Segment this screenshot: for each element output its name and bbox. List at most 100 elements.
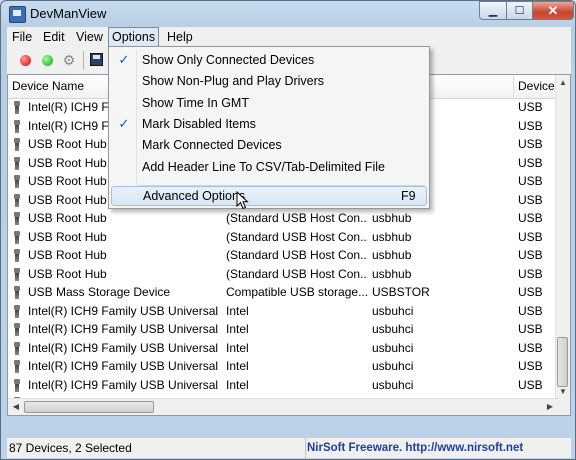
horizontal-scroll-thumb[interactable] (24, 401, 154, 413)
device-type-cell: USB (518, 118, 543, 133)
device-name-cell: USB Root Hub (28, 211, 107, 225)
menu-item-label: Add Header Line To CSV/Tab-Delimited Fil… (142, 160, 385, 174)
menu-item-show-non-pnp[interactable]: Show Non-Plug and Play Drivers (111, 71, 427, 91)
device-type-cell: USB (518, 266, 543, 281)
menu-item-shortcut: F9 (401, 189, 416, 203)
device-name-cell: USB Root Hub (28, 229, 107, 244)
menu-item-add-header-line[interactable]: Add Header Line To CSV/Tab-Delimited Fil… (111, 157, 427, 177)
table-row[interactable]: USB Root Hub (Standard USB Host Con... usb… (8, 209, 558, 228)
menu-item-mark-connected[interactable]: Mark Connected Devices (111, 135, 427, 155)
driver-cell: usbuhci (372, 322, 414, 336)
vertical-scrollbar[interactable]: ▲ ▼ (555, 75, 570, 400)
column-header-device-type[interactable]: Device T (514, 75, 558, 98)
check-icon: ✓ (118, 52, 130, 67)
table-row[interactable]: Intel(R) ICH9 Family USB Universal ... In… (8, 320, 558, 339)
options-menu-dropdown: ✓ Show Only Connected Devices Show Non-P… (108, 46, 430, 209)
properties-button[interactable]: ⚙ (61, 52, 77, 68)
device-type-cell: USB (518, 137, 543, 151)
table-row[interactable]: USB Mass Storage Device Compatible USB st… (8, 283, 558, 302)
enable-device-button[interactable] (39, 52, 55, 68)
table-row[interactable]: Intel(R) ICH9 Family USB Universal ... In… (8, 302, 558, 321)
driver-cell: usbhub (372, 248, 412, 262)
scroll-up-arrow-icon[interactable]: ▲ (556, 75, 570, 91)
title-bar[interactable]: DevManView ▁ ☐ ✕ (1, 1, 575, 27)
table-row[interactable]: Intel(R) ICH9 Family USB Universal ... In… (8, 357, 558, 376)
table-row[interactable]: Intel(R) ICH9 Family USB Universal ... In… (8, 339, 558, 358)
table-row[interactable]: USB Root Hub (Standard USB Host Con... usb… (8, 246, 558, 265)
vertical-scroll-thumb[interactable] (557, 337, 568, 387)
menu-item-label: Show Time In GMT (142, 96, 249, 110)
menu-item-label: Mark Disabled Items (142, 117, 256, 131)
table-row[interactable]: USB Root Hub (Standard USB Host Con... usb… (8, 228, 558, 247)
menu-item-label: Advanced Options (143, 189, 246, 203)
menu-item-time-gmt[interactable]: Show Time In GMT (111, 93, 427, 113)
device-type-cell: USB (518, 155, 543, 170)
driver-cell: usbuhci (372, 359, 414, 373)
menu-options[interactable]: Options (108, 27, 160, 47)
device-name-cell: Intel(R) ICH9 Family USB Universal ... (28, 377, 222, 392)
close-button[interactable]: ✕ (532, 1, 574, 20)
device-name-cell: Intel(R) ICH9 Family USB Universal ... (28, 340, 222, 355)
minimize-icon: ▁ (488, 5, 498, 17)
device-name-cell: Intel(R) ICH9 Family USB Universal ... (28, 359, 222, 373)
menu-item-label: Show Non-Plug and Play Drivers (142, 74, 325, 88)
device-name-cell: Intel(R) ICH9 Family USB Universal ... (28, 322, 222, 336)
scroll-down-arrow-icon[interactable]: ▼ (556, 384, 570, 400)
driver-cell: usbuhci (372, 340, 414, 355)
table-row[interactable]: Intel(R) ICH9 Family USB Universal ... In… (8, 376, 558, 395)
device-type-cell: USB (518, 303, 543, 318)
device-type-cell: USB (518, 322, 543, 336)
menu-bar: File Edit View Options Help (7, 27, 571, 47)
device-name-cell: USB Root Hub (28, 266, 107, 281)
menu-file[interactable]: File (9, 29, 35, 45)
device-type-cell: USB (518, 285, 543, 299)
description-cell: (Standard USB Host Con... (226, 248, 368, 262)
disable-device-icon (20, 55, 31, 66)
maximize-icon: ☐ (514, 5, 525, 17)
status-device-count: 87 Devices, 2 Selected (7, 438, 306, 458)
description-cell: Compatible USB storage... (226, 285, 368, 299)
device-name-cell: Intel(R) ICH9 Family USB Universal ... (28, 303, 222, 318)
close-icon: ✕ (547, 2, 559, 18)
check-icon: ✓ (118, 116, 130, 131)
maximize-button[interactable]: ☐ (506, 1, 533, 20)
menu-item-show-only-connected[interactable]: ✓ Show Only Connected Devices (111, 50, 427, 70)
driver-cell: usbuhci (372, 303, 414, 318)
menu-item-label: Show Only Connected Devices (142, 53, 315, 67)
device-type-cell: USB (518, 192, 543, 207)
status-nirsoft-link[interactable]: NirSoft Freeware. http://www.nirsoft.net (305, 438, 523, 458)
description-cell: Intel (226, 340, 249, 355)
table-row[interactable]: USB Root Hub (Standard USB Host Con... usb… (8, 265, 558, 284)
menu-item-label: Mark Connected Devices (142, 138, 282, 152)
minimize-button[interactable]: ▁ (479, 1, 507, 20)
description-cell: (Standard USB Host Con... (226, 229, 368, 244)
window-title: DevManView (30, 6, 107, 21)
save-button[interactable] (89, 52, 105, 68)
device-type-cell: USB (518, 229, 543, 244)
description-cell: Intel (226, 303, 249, 318)
device-type-cell: USB (518, 340, 543, 355)
menu-view[interactable]: View (73, 29, 106, 45)
driver-cell: usbhub (372, 266, 412, 281)
disable-device-button[interactable] (17, 52, 33, 68)
menu-help[interactable]: Help (164, 29, 196, 45)
scroll-left-arrow-icon[interactable]: ◀ (8, 399, 24, 415)
device-type-cell: USB (518, 248, 543, 262)
horizontal-scrollbar[interactable]: ◀ ▶ (8, 398, 558, 415)
scrollbar-corner (556, 399, 570, 415)
properties-icon: ⚙ (62, 52, 76, 68)
menu-item-advanced-options[interactable]: Advanced Options F9 (111, 186, 427, 206)
menu-edit[interactable]: Edit (40, 29, 68, 45)
menu-item-mark-disabled[interactable]: ✓ Mark Disabled Items (111, 114, 427, 134)
driver-cell: usbhub (372, 211, 412, 225)
driver-cell: usbuhci (372, 377, 414, 392)
enable-device-icon (42, 55, 53, 66)
app-icon (9, 6, 26, 23)
description-cell: (Standard USB Host Con... (226, 266, 368, 281)
device-name-cell: USB Mass Storage Device (28, 285, 171, 299)
description-cell: Intel (226, 359, 249, 373)
device-type-cell: USB (518, 174, 543, 188)
device-type-cell: USB (518, 359, 543, 373)
device-type-cell: USB (518, 100, 543, 114)
device-type-cell: USB (518, 211, 543, 225)
